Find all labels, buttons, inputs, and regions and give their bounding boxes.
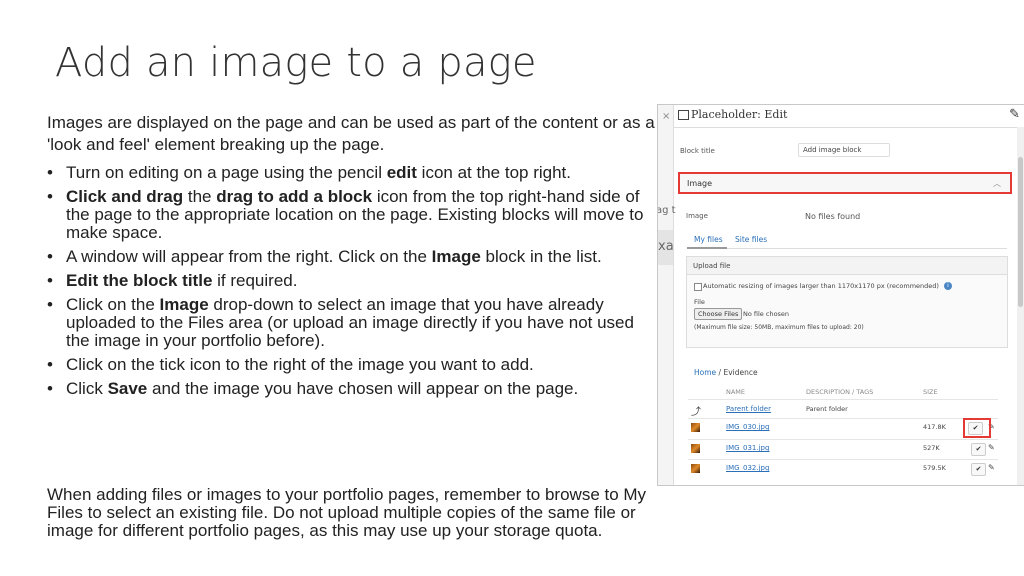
row-divider [688,459,998,460]
breadcrumb-current: Evidence [723,368,758,377]
pencil-icon[interactable]: ✎ [1009,107,1020,122]
active-tab-indicator [687,247,727,249]
step-bold: Image [431,247,481,266]
row-divider [688,439,998,440]
breadcrumb: Home / Evidence [694,368,758,377]
file-label: File [694,298,705,306]
choose-files-button[interactable]: Choose Files [694,308,743,320]
step-bold: Click and drag [66,187,184,206]
step-item: Click on the tick icon to the right of t… [47,355,657,375]
breadcrumb-home[interactable]: Home [694,368,716,377]
max-size-text: (Maximum file size: 50MB, maximum files … [694,324,864,331]
intro-text: Images are displayed on the page and can… [47,113,655,154]
step-text: Turn on editing on a page using the penc… [66,163,387,182]
image-thumbnail [691,444,700,453]
file-size: 579.5K [923,464,946,472]
panel-title: Placeholder: Edit [691,108,788,121]
upload-panel: Upload file Automatic resizing of images… [686,256,1008,348]
step-bold: edit [386,163,417,182]
image-section-label: Image [687,179,713,188]
step-bold: Save [107,379,148,398]
step-text: block in the list. [480,247,602,266]
image-thumbnail [691,423,700,432]
file-size: 527K [923,444,940,452]
file-link[interactable]: IMG_032.jpg [726,464,769,472]
editor-screenshot: × ag t xa Placeholder: Edit ✎ Block titl… [657,104,1024,486]
parent-folder-description: Parent folder [806,405,848,413]
panel-header: Placeholder: Edit ✎ [674,105,1024,128]
block-title-label: Block title [680,147,715,155]
select-tick-button[interactable]: ✔ [971,443,986,456]
image-dropdown[interactable]: Image ︿ [678,172,1012,194]
step-bold: Image [159,295,209,314]
instructions: Images are displayed on the page and can… [47,112,657,404]
step-item: Turn on editing on a page using the penc… [47,163,657,183]
step-bold: Edit the block title [66,271,213,290]
image-thumbnail [691,464,700,473]
step-text: icon at the top right. [416,163,571,182]
tab-site-files[interactable]: Site files [735,235,767,244]
step-bold: drag to add a block [216,187,373,206]
step-text: A window will appear from the right. Cli… [66,247,432,266]
footer-note: When adding files or images to your port… [47,485,647,540]
row-divider [688,418,998,419]
file-link[interactable]: IMG_030.jpg [726,423,769,431]
block-icon [678,110,689,120]
resize-label: Automatic resizing of images larger than… [703,282,939,290]
step-item: A window will appear from the right. Cli… [47,247,657,267]
resize-checkbox[interactable] [694,283,702,291]
step-item: Edit the block title if required. [47,271,657,291]
clipped-text: xa [658,239,674,254]
step-text: Click on the [66,295,160,314]
edit-pencil-icon[interactable]: ✎ [988,443,995,452]
no-file-chosen-text: No file chosen [743,310,790,318]
step-item: Click Save and the image you have chosen… [47,379,657,399]
tab-my-files[interactable]: My files [694,235,723,244]
step-item: Click and drag the drag to add a block i… [47,188,657,242]
column-description[interactable]: DESCRIPTION / TAGS [806,388,873,396]
file-size: 417.8K [923,423,946,431]
column-size[interactable]: SIZE [923,388,938,396]
upload-file-label: Upload file [693,262,731,270]
step-text: Click on the tick icon to the right of t… [66,355,534,374]
step-text: the [183,187,217,206]
edit-pencil-icon[interactable]: ✎ [988,463,995,472]
scrollbar[interactable] [1017,127,1024,485]
scroll-thumb[interactable] [1018,157,1023,307]
highlight-box [963,418,991,438]
select-tick-button[interactable]: ✔ [971,463,986,476]
parent-folder-link[interactable]: Parent folder [726,405,771,413]
upload-header: Upload file [687,257,1007,275]
close-icon[interactable]: × [662,111,670,122]
slide-title: Add an image to a page [55,40,537,86]
left-strip: × [658,105,674,485]
up-arrow-icon: ⤴ [691,407,701,418]
step-text: if required. [212,271,298,290]
steps-list: Turn on editing on a page using the penc… [47,163,657,399]
column-name[interactable]: NAME [726,388,745,396]
step-text: Click [66,379,108,398]
block-title-input[interactable]: Add image block [798,143,890,157]
image-label: Image [686,212,708,220]
info-icon[interactable]: i [944,282,952,290]
chevron-up-icon[interactable]: ︿ [993,178,1001,189]
row-divider [688,399,998,400]
file-link[interactable]: IMG_031.jpg [726,444,769,452]
tab-divider [687,248,1007,249]
no-files-text: No files found [805,212,861,221]
step-text: and the image you have chosen will appea… [147,379,579,398]
clipped-text: ag t [657,205,676,216]
step-item: Click on the Image drop-down to select a… [47,296,657,350]
